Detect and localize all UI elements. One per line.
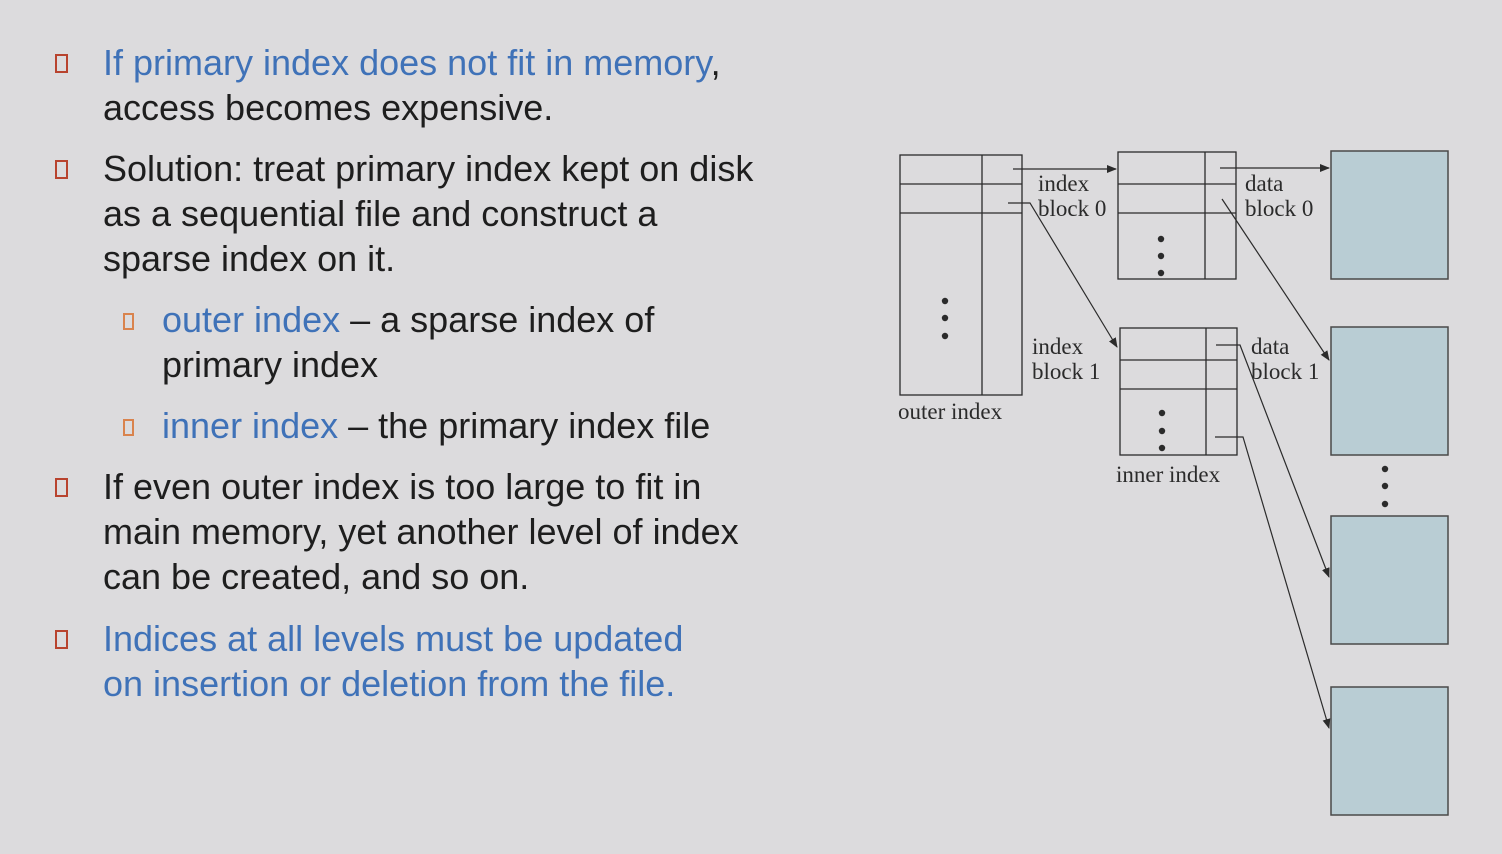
data-blocks: [1330, 150, 1449, 816]
inner-index-block-0: [1117, 151, 1237, 280]
outer-to-index-block-1-arrow: [1008, 202, 1118, 348]
data-block-0-label-line2: block 0: [1245, 196, 1313, 221]
outer-index-ellipsis: [941, 297, 949, 340]
index-block-0-label-line1: index: [1038, 171, 1090, 196]
inner-index-block-1-ellipsis: [1158, 409, 1166, 452]
data-block-1-label-line1: data: [1251, 334, 1289, 359]
index-block-1-label-line1: index: [1032, 334, 1084, 359]
index-block-1-label-line2: block 1: [1032, 359, 1100, 384]
inner1-to-data-block-3-arrow: [1215, 436, 1331, 729]
inner-index-block-1: [1119, 327, 1238, 456]
data-block-2: [1330, 515, 1449, 645]
pointer-arrows: [1008, 164, 1331, 729]
index-block-0-label-line2: block 0: [1038, 196, 1106, 221]
data-block-1-label-line2: block 1: [1251, 359, 1319, 384]
outer-index-block: [899, 154, 1023, 396]
outer-index-label: outer index: [898, 399, 1003, 424]
two-level-sparse-index-diagram: outer index inner index index block 0 in…: [898, 150, 1449, 816]
data-blocks-ellipsis: [1381, 465, 1389, 508]
data-block-3: [1330, 686, 1449, 816]
data-block-1: [1330, 326, 1449, 456]
data-block-0-label-line1: data: [1245, 171, 1283, 196]
inner-index-block-0-ellipsis: [1157, 235, 1165, 277]
inner-index-label: inner index: [1116, 462, 1221, 487]
data-block-0: [1330, 150, 1449, 280]
